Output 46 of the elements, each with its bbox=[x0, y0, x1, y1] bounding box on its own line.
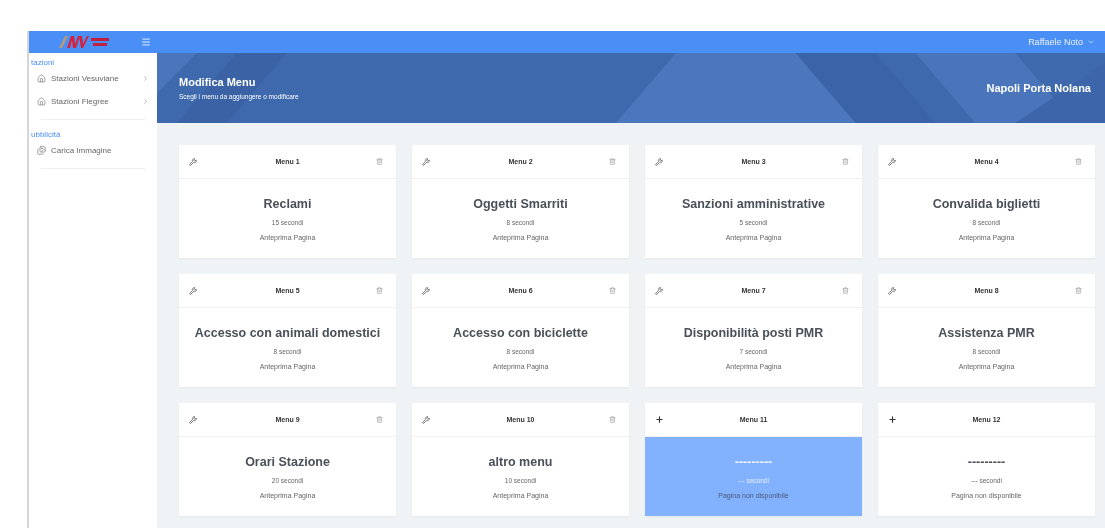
wrench-icon[interactable] bbox=[189, 415, 197, 424]
card-title: Assistenza PMR bbox=[938, 325, 1035, 340]
wrench-icon[interactable] bbox=[888, 286, 896, 295]
card-title: --------- bbox=[734, 454, 773, 469]
trash-icon[interactable] bbox=[609, 416, 616, 423]
card-title: Disponibilità posti PMR bbox=[683, 325, 824, 340]
sidebar-item[interactable]: Stazioni Flegree bbox=[29, 90, 157, 113]
wrench-icon[interactable] bbox=[422, 157, 430, 166]
trash-icon[interactable] bbox=[376, 287, 383, 294]
sidebar-item[interactable]: Stazioni Vesuviane bbox=[29, 67, 157, 90]
sidebar-section-title: tazioni bbox=[30, 58, 56, 67]
card-title: --------- bbox=[967, 454, 1006, 469]
chevron-down-icon bbox=[1087, 38, 1095, 46]
images-icon bbox=[37, 146, 46, 155]
trash-icon[interactable] bbox=[609, 158, 616, 165]
card-title: Accesso con animali domestici bbox=[194, 325, 381, 340]
wrench-icon[interactable] bbox=[422, 286, 430, 295]
trash-icon[interactable] bbox=[842, 287, 849, 294]
trash-icon[interactable] bbox=[842, 158, 849, 165]
card-title: Reclami bbox=[263, 196, 312, 211]
wrench-icon[interactable] bbox=[189, 286, 197, 295]
plus-icon[interactable] bbox=[655, 415, 664, 424]
wrench-icon[interactable] bbox=[888, 157, 896, 166]
trash-icon[interactable] bbox=[376, 416, 383, 423]
trash-icon[interactable] bbox=[376, 158, 383, 165]
wrench-icon[interactable] bbox=[655, 157, 663, 166]
home-icon bbox=[37, 97, 46, 106]
trash-icon[interactable] bbox=[1075, 158, 1082, 165]
home-icon bbox=[37, 74, 46, 83]
trash-icon[interactable] bbox=[1075, 287, 1082, 294]
page-title: Modifica Menu bbox=[179, 76, 257, 88]
logo-icon[interactable] bbox=[59, 35, 111, 49]
plus-icon[interactable] bbox=[888, 415, 897, 424]
card-title: Accesso con biciclette bbox=[453, 325, 588, 340]
card-title: Sanzioni amministrative bbox=[681, 196, 826, 211]
wrench-icon[interactable] bbox=[655, 286, 663, 295]
card-title: Orari Stazione bbox=[245, 454, 330, 469]
card-title: Oggetti Smarriti bbox=[473, 196, 568, 211]
sidebar-item[interactable]: Carica Immagine bbox=[29, 139, 157, 162]
card-title: Convalida biglietti bbox=[932, 196, 1041, 211]
wrench-icon[interactable] bbox=[422, 415, 430, 424]
card-title: altro menu bbox=[488, 454, 553, 469]
station-name: Napoli Porta Nolana bbox=[986, 82, 1091, 94]
trash-icon[interactable] bbox=[609, 287, 616, 294]
sidebar-section-title: ubblicità bbox=[30, 130, 62, 139]
wrench-icon[interactable] bbox=[189, 157, 197, 166]
